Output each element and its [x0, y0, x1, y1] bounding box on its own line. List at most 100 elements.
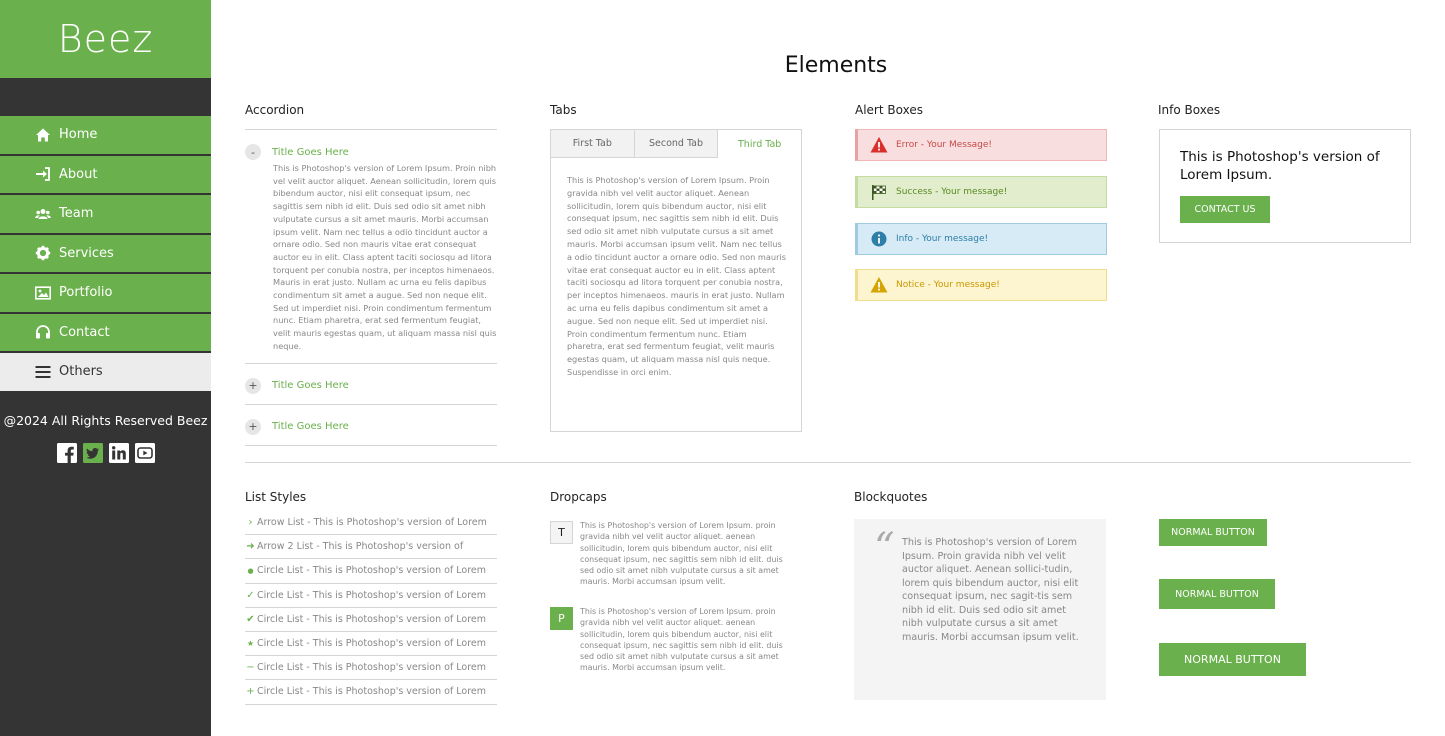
accordion-header[interactable]: + Title Goes Here	[245, 377, 497, 394]
list-item: › Arrow List - This is Photoshop's versio…	[245, 511, 497, 536]
arrow-right-icon: ➜	[246, 541, 255, 553]
sidebar-item-portfolio[interactable]: Portfolio	[0, 274, 211, 312]
sidebar-item-label: About	[59, 166, 98, 182]
accordion-header[interactable]: + Title Goes Here	[245, 418, 497, 435]
checkered-flag-icon	[870, 183, 888, 201]
tab-third[interactable]: Third Tab	[718, 130, 802, 158]
info-alert: Info - Your message!	[855, 223, 1107, 255]
menu-icon	[34, 363, 52, 381]
notice-alert: Notice - Your message!	[855, 269, 1107, 301]
normal-button-large[interactable]: NORMAL BUTTON	[1159, 643, 1306, 676]
accordion-title[interactable]: Title Goes Here	[272, 380, 349, 391]
sidebar-item-team[interactable]: Team	[0, 195, 211, 233]
logo[interactable]: Beez	[58, 17, 154, 61]
social-links	[57, 443, 155, 463]
list-item: + Circle List - This is Photoshop's versi…	[245, 680, 497, 705]
quote-icon: “	[874, 525, 895, 571]
sign-in-icon	[34, 165, 52, 183]
collapse-icon[interactable]: -	[245, 144, 261, 160]
list-item-text: Circle List - This is Photoshop's versio…	[257, 589, 487, 601]
accordion: - Title Goes Here This is Photoshop's ve…	[245, 129, 497, 446]
accordion-heading: Accordion	[245, 103, 305, 117]
list-styles-heading: List Styles	[245, 490, 307, 504]
tab-content: This is Photoshop's version of Lorem Ips…	[567, 175, 786, 377]
expand-icon[interactable]: +	[245, 418, 261, 435]
normal-button-small[interactable]: NORMAL BUTTON	[1159, 519, 1267, 546]
dropcap-paragraph: P This is Photoshop's version of Lorem I…	[550, 606, 790, 674]
youtube-icon[interactable]	[135, 443, 155, 463]
expand-icon[interactable]: +	[245, 377, 261, 394]
tab-first[interactable]: First Tab	[551, 130, 635, 158]
accordion-item: + Title Goes Here	[245, 405, 497, 446]
sidebar-item-contact[interactable]: Contact	[0, 313, 211, 351]
normal-button-medium[interactable]: NORMAL BUTTON	[1159, 579, 1275, 609]
bold-check-icon: ✔	[246, 613, 255, 625]
success-alert: Success - Your message!	[855, 176, 1107, 208]
info-circle-icon	[870, 230, 888, 248]
dropcap-letter: T	[550, 521, 573, 544]
logo-box[interactable]: Beez	[0, 0, 211, 78]
plus-icon: +	[246, 686, 255, 698]
accordion-title[interactable]: Title Goes Here	[272, 147, 349, 158]
sidebar-item-label: Services	[59, 245, 114, 261]
check-icon: ✓	[246, 589, 255, 601]
sidebar-item-others[interactable]: Others	[0, 353, 211, 391]
list-item-text: Circle List - This is Photoshop's versio…	[257, 613, 487, 625]
accordion-title[interactable]: Title Goes Here	[272, 421, 349, 432]
sidebar: Beez Home About Team Services Portfolio …	[0, 0, 211, 736]
headphones-icon	[34, 323, 52, 341]
users-icon	[34, 205, 52, 223]
list-item: − Circle List - This is Photoshop's versi…	[245, 656, 497, 681]
circle-icon: ●	[247, 566, 254, 575]
dropcap-text: This is Photoshop's version of Lorem Ips…	[580, 607, 783, 673]
dropcap-text: This is Photoshop's version of Lorem Ips…	[580, 521, 783, 587]
arrow-icon: ›	[248, 517, 253, 529]
blockquote: “ This is Photoshop's version of Lorem I…	[854, 519, 1106, 700]
list-item-text: Circle List - This is Photoshop's versio…	[257, 565, 487, 577]
list-styles: › Arrow List - This is Photoshop's versio…	[245, 511, 497, 705]
warning-triangle-icon	[870, 136, 888, 154]
list-item-text: Circle List - This is Photoshop's versio…	[257, 686, 487, 698]
twitter-icon[interactable]	[83, 443, 103, 463]
dropcap-paragraph: T This is Photoshop's version of Lorem I…	[550, 520, 790, 588]
blockquote-text: This is Photoshop's version of Lorem Ips…	[902, 537, 1079, 643]
image-icon	[34, 284, 52, 302]
sidebar-item-label: Team	[59, 206, 94, 222]
tabs-heading: Tabs	[550, 103, 577, 117]
tab-bar: First Tab Second Tab Third Tab	[551, 130, 802, 158]
contact-us-button[interactable]: CONTACT US	[1180, 196, 1270, 223]
sidebar-item-services[interactable]: Services	[0, 234, 211, 272]
accordion-header[interactable]: - Title Goes Here	[245, 144, 497, 160]
accordion-content: This is Photoshop's version of Lorem Ips…	[273, 163, 497, 351]
info-box: This is Photoshop's version of Lorem Ips…	[1159, 129, 1411, 243]
info-boxes-heading: Info Boxes	[1158, 103, 1221, 117]
linkedin-icon[interactable]	[109, 443, 129, 463]
sidebar-nav: Home About Team Services Portfolio Conta…	[0, 116, 211, 393]
warning-triangle-icon	[870, 276, 888, 294]
list-item: ● Circle List - This is Photoshop's versi…	[245, 559, 497, 584]
star-icon: ★	[246, 639, 255, 649]
list-item: ✓ Circle List - This is Photoshop's versi…	[245, 584, 497, 608]
accordion-item: + Title Goes Here	[245, 364, 497, 405]
sidebar-item-label: Home	[59, 127, 98, 143]
facebook-icon[interactable]	[57, 443, 77, 463]
list-item-text: Arrow List - This is Photoshop's version…	[257, 517, 487, 529]
list-item-text: Circle List - This is Photoshop's versio…	[257, 662, 487, 674]
page-title: Elements	[784, 53, 888, 78]
gear-icon	[34, 244, 52, 262]
alerts-heading: Alert Boxes	[855, 103, 923, 117]
alert-message: Info - Your message!	[896, 234, 989, 244]
list-item: ➜ Arrow 2 List - This is Photoshop's vers…	[245, 535, 497, 560]
sidebar-item-home[interactable]: Home	[0, 116, 211, 154]
sidebar-item-about[interactable]: About	[0, 155, 211, 193]
section-divider	[245, 462, 1411, 463]
tab-second[interactable]: Second Tab	[634, 130, 719, 158]
list-item-text: Circle List - This is Photoshop's versio…	[257, 638, 487, 650]
minus-icon: −	[246, 662, 255, 674]
sidebar-item-label: Others	[59, 364, 103, 380]
sidebar-item-label: Portfolio	[59, 285, 113, 301]
alert-message: Error - Your Message!	[896, 140, 993, 150]
tabs-widget: First Tab Second Tab Third Tab This is P…	[550, 129, 802, 432]
accordion-item: - Title Goes Here This is Photoshop's ve…	[245, 130, 497, 364]
list-item-text: Arrow 2 List - This is Photoshop's versi…	[257, 541, 464, 553]
